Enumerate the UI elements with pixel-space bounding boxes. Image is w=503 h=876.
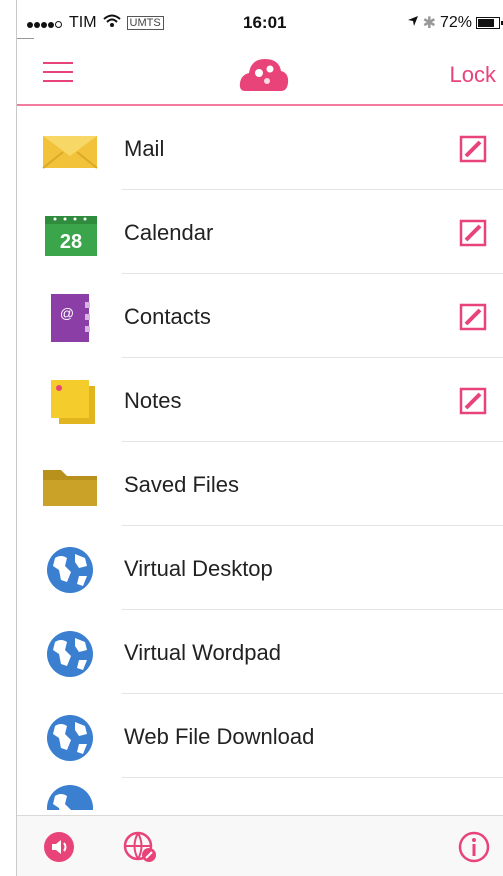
edge-marker: [17, 38, 34, 39]
calendar-icon: 28: [41, 210, 99, 258]
list-item-web-file-download[interactable]: Web File Download: [17, 694, 503, 778]
status-bar: TIM UMTS 16:01 ✱ 72%: [17, 0, 503, 44]
battery-icon: [476, 17, 503, 29]
list-item-virtual-wordpad[interactable]: Virtual Wordpad: [17, 610, 503, 694]
status-right: ✱ 72%: [407, 13, 503, 33]
globe-settings-icon[interactable]: [123, 831, 156, 863]
globe-icon: [41, 546, 99, 594]
list-item-calendar[interactable]: 28 Calendar: [17, 190, 503, 274]
svg-text:@: @: [60, 305, 74, 321]
edit-pencil-icon[interactable]: [458, 134, 488, 164]
list-item-notes[interactable]: Notes: [17, 358, 503, 442]
list-item-virtual-desktop[interactable]: Virtual Desktop: [17, 526, 503, 610]
globe-icon: [41, 784, 99, 810]
sticky-notes-icon: [41, 378, 99, 426]
list-item-label: Calendar: [124, 220, 214, 245]
app-logo-icon: [237, 53, 291, 95]
list-item-label: Virtual Desktop: [124, 556, 273, 581]
calendar-day-number: 28: [60, 231, 82, 253]
edit-pencil-icon[interactable]: [458, 302, 488, 332]
status-left: TIM UMTS: [27, 13, 164, 33]
status-time: 16:01: [243, 13, 287, 32]
bluetooth-icon: ✱: [422, 15, 436, 32]
mail-envelope-icon: [41, 126, 99, 174]
hamburger-menu-icon[interactable]: [43, 62, 73, 84]
list-item-mail[interactable]: Mail: [17, 106, 503, 190]
list-item-partial[interactable]: [17, 778, 503, 810]
list-item-label: Web File Download: [124, 724, 315, 749]
battery-percent: 72%: [439, 14, 472, 31]
sound-icon[interactable]: [43, 831, 75, 863]
carrier-name: TIM: [69, 14, 97, 31]
info-icon[interactable]: [458, 831, 490, 863]
folder-icon: [41, 462, 99, 510]
list-item-label: Mail: [124, 136, 165, 161]
edit-pencil-icon[interactable]: [458, 218, 488, 248]
lock-button[interactable]: Lock: [450, 62, 496, 88]
location-arrow-icon: [407, 14, 419, 32]
bottom-toolbar: [17, 815, 503, 876]
app-screen: TIM UMTS 16:01 ✱ 72% Lock Mail 28 Calend…: [16, 0, 503, 876]
list-item-saved-files[interactable]: Saved Files: [17, 442, 503, 526]
edit-pencil-icon[interactable]: [458, 386, 488, 416]
globe-icon: [41, 630, 99, 678]
nav-bar: Lock: [17, 44, 503, 106]
list-item-contacts[interactable]: @ Contacts: [17, 274, 503, 358]
list-item-label: Notes: [124, 388, 182, 413]
list-item-label: Virtual Wordpad: [124, 640, 281, 665]
app-list: Mail 28 Calendar @ Contacts Notes Saved …: [17, 106, 503, 810]
globe-icon: [41, 714, 99, 762]
wifi-icon: [102, 13, 121, 33]
contacts-book-icon: @: [41, 294, 99, 342]
list-item-label: Contacts: [124, 304, 211, 329]
signal-strength-icon: [27, 13, 63, 33]
list-item-label: Saved Files: [124, 472, 239, 497]
network-type: UMTS: [126, 16, 164, 30]
